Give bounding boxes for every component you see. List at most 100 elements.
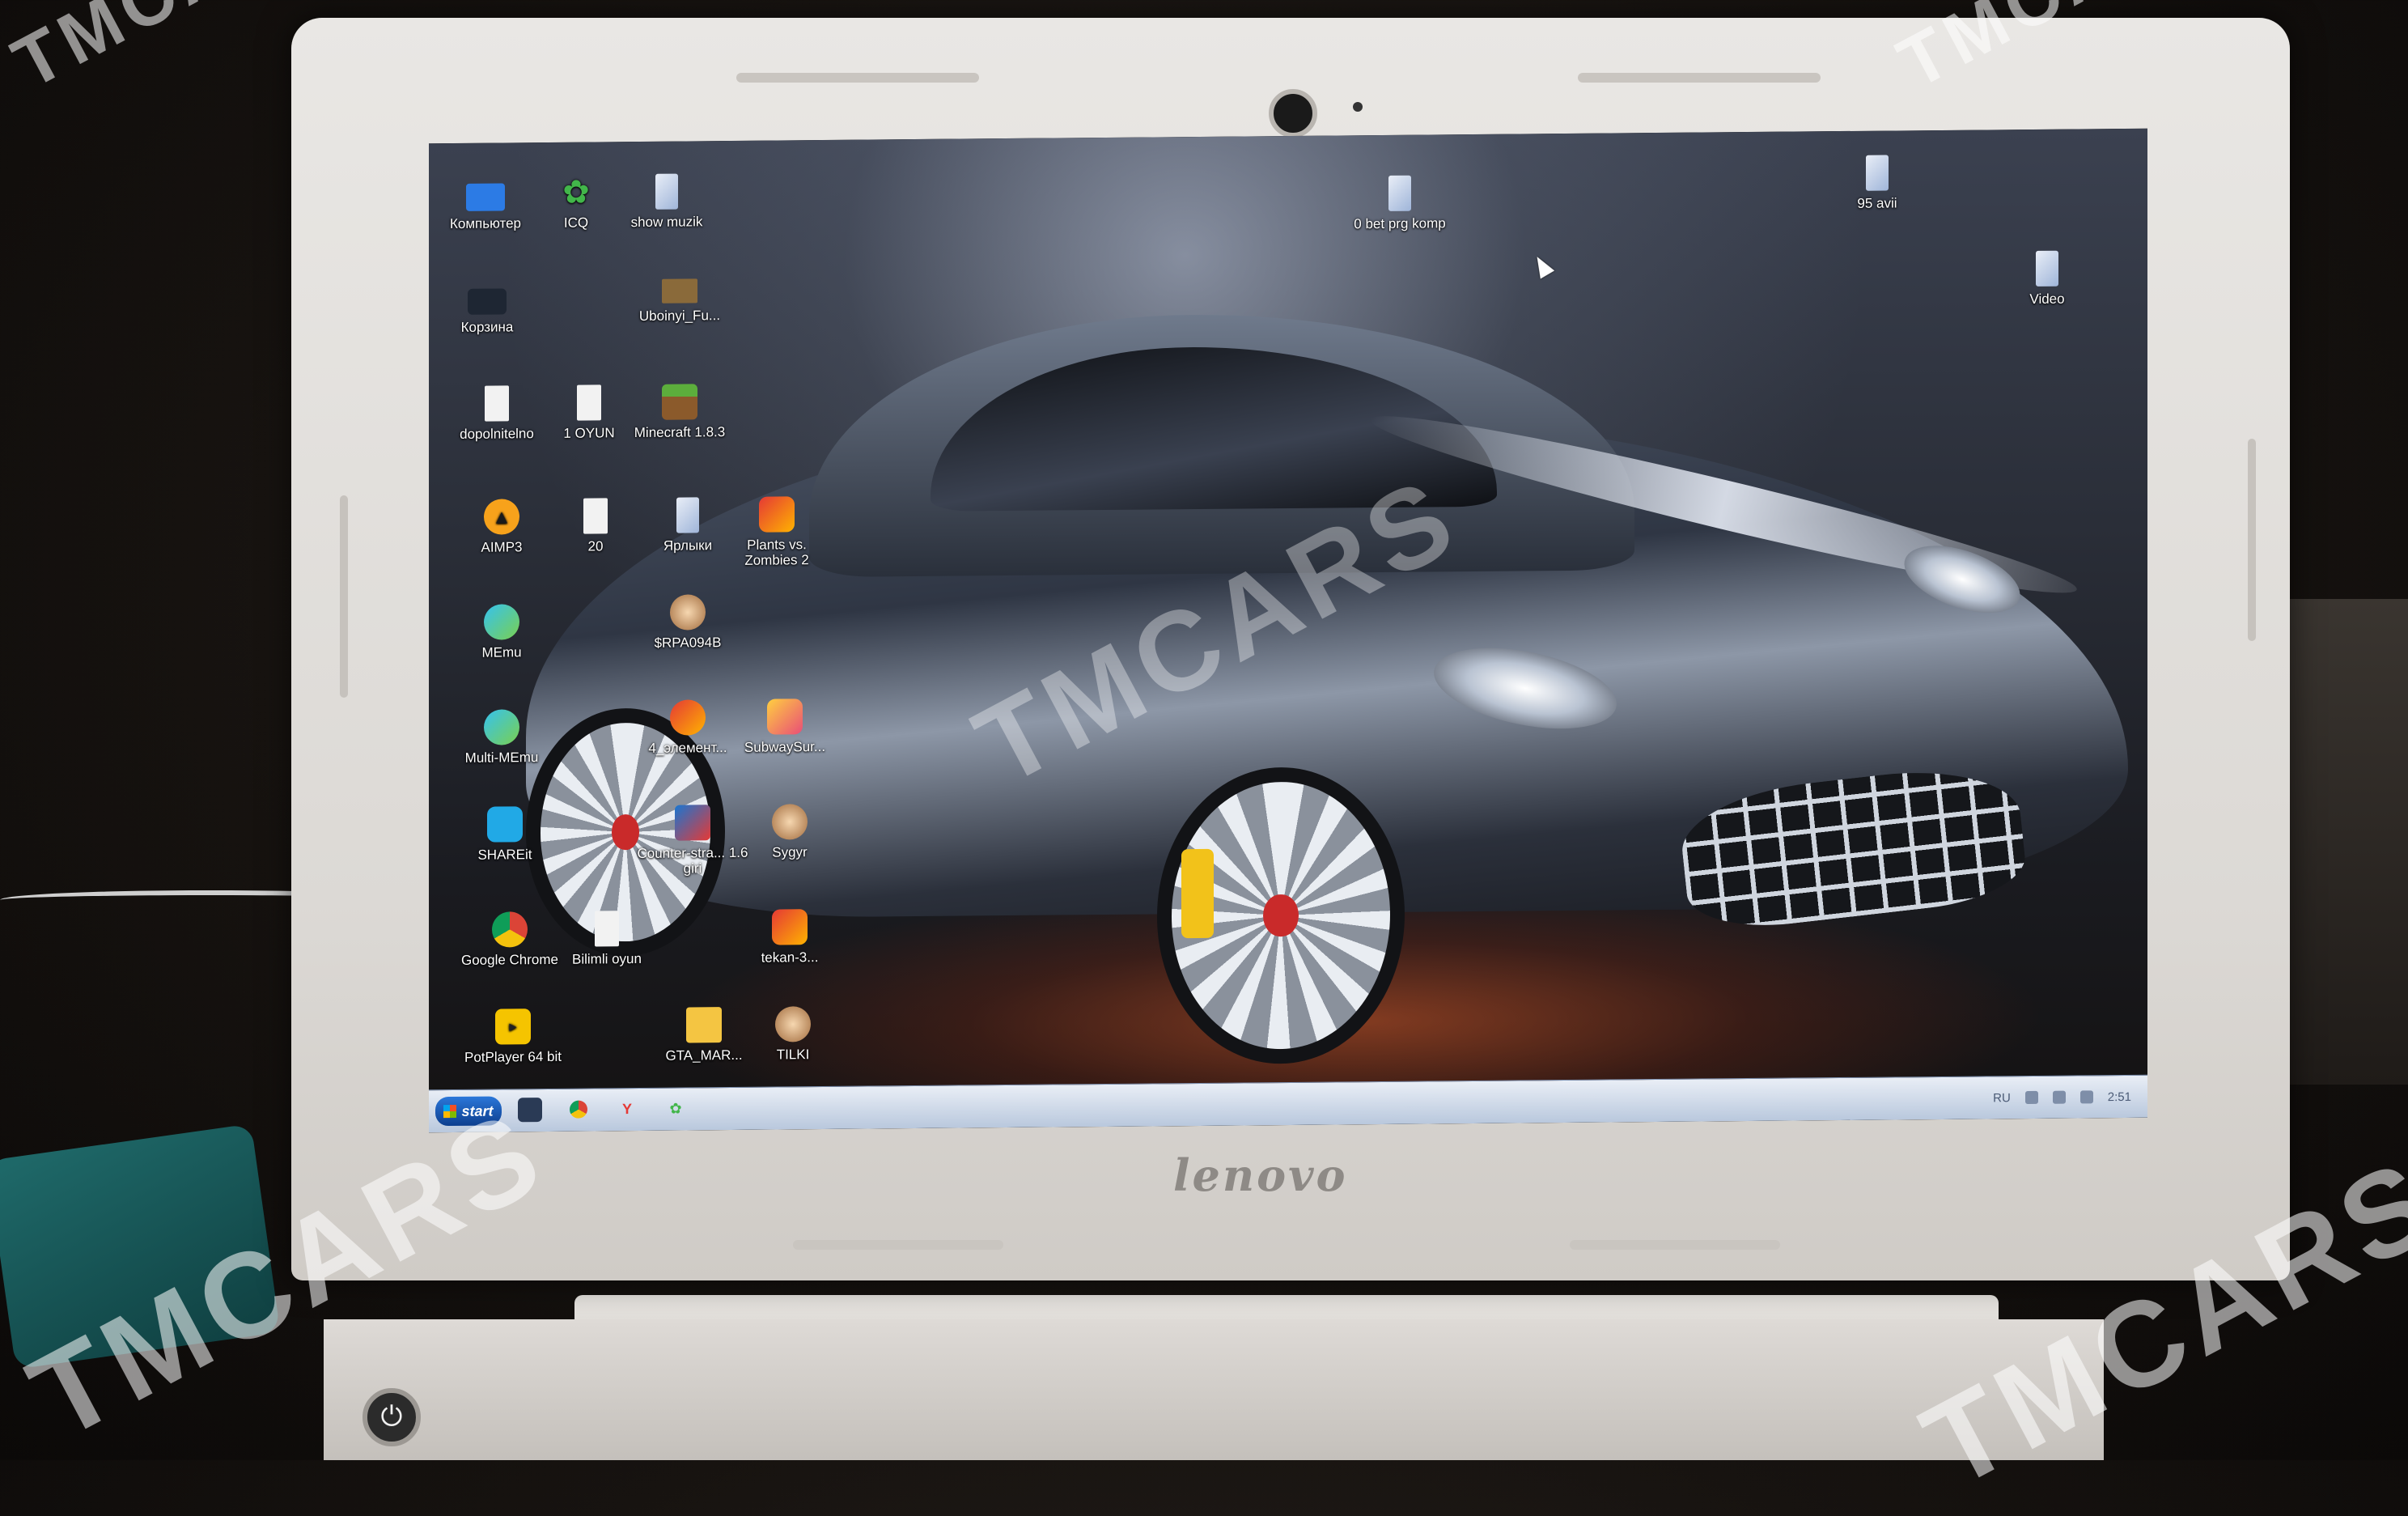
desktop-icon-subway-surfers[interactable]: SubwaySur... bbox=[728, 699, 842, 755]
avatar-icon bbox=[772, 804, 808, 840]
desktop-icon-tekan[interactable]: tekan-3... bbox=[733, 909, 846, 966]
desktop-icon-label: ICQ bbox=[563, 214, 589, 231]
desktop-icon-label: 20 bbox=[587, 538, 604, 554]
chrome-icon[interactable] bbox=[566, 1098, 591, 1122]
desktop-icon-sygyr[interactable]: Sygyr bbox=[733, 804, 846, 860]
desktop-icon-shareit[interactable]: SHAREit bbox=[448, 806, 562, 863]
chrome-icon bbox=[492, 911, 528, 948]
desktop-icon-counter-strike[interactable]: Counter-stra... 1.6 giri bbox=[636, 805, 749, 877]
desktop-icon-label: Ярлыки bbox=[663, 537, 713, 554]
memu-icon bbox=[484, 604, 519, 640]
document-icon bbox=[583, 498, 608, 534]
desktop-icon-label: AIMP3 bbox=[481, 539, 523, 555]
desktop-icon-label: dopolnitelno bbox=[460, 426, 534, 442]
media-file-icon bbox=[662, 278, 697, 304]
desktop-icon-label: MEmu bbox=[481, 644, 522, 660]
desktop-icon-label: SubwaySur... bbox=[744, 738, 826, 755]
game-icon bbox=[670, 699, 706, 736]
desktop-icon-label: show muzik bbox=[630, 214, 703, 231]
webcam-led bbox=[1353, 102, 1363, 112]
desktop-icon-label: Uboinyi_Fu... bbox=[638, 308, 721, 324]
icq-flower-icon[interactable]: ✿ bbox=[663, 1096, 688, 1120]
aimp-icon: ▲ bbox=[484, 499, 519, 535]
desktop-icon-label: tekan-3... bbox=[761, 949, 819, 966]
network-icon[interactable] bbox=[2024, 1090, 2038, 1105]
desktop-icon-potplayer[interactable]: ▶ PotPlayer 64 bit bbox=[456, 1009, 570, 1065]
avatar-icon bbox=[775, 1006, 811, 1043]
desktop-icon-label: 4_элемент... bbox=[648, 740, 727, 756]
desktop-icon-memu[interactable]: MEmu bbox=[445, 604, 558, 660]
desktop-icon-label: Video bbox=[2029, 291, 2065, 308]
avatar-icon bbox=[670, 594, 706, 631]
desktop-icon-label: TILKI bbox=[776, 1047, 810, 1063]
desktop-icon-show-muzik[interactable]: show muzik bbox=[610, 173, 723, 230]
yandex-icon[interactable]: Y bbox=[615, 1097, 639, 1121]
shortcut-icon bbox=[2036, 250, 2058, 287]
desktop-icon-label: 0 bet prg komp bbox=[1354, 215, 1446, 232]
desktop-icon-rpa094b[interactable]: $RPA094B bbox=[631, 594, 744, 651]
desktop-icon-0-bet-prg-komp[interactable]: 0 bet prg komp bbox=[1343, 175, 1456, 231]
webcam-icon bbox=[1269, 89, 1317, 138]
recycle-bin-icon bbox=[468, 288, 507, 315]
desktop-icon-bilimli-oyun[interactable]: Bilimli oyun bbox=[550, 911, 663, 967]
desktop-icon-label: Multi-MEmu bbox=[464, 750, 539, 766]
desktop-icon-label: Counter-stra... 1.6 giri bbox=[637, 844, 748, 877]
gta-icon bbox=[686, 1007, 722, 1043]
system-tray: RU 2:51 bbox=[1993, 1076, 2131, 1119]
desktop-icon-label: Sygyr bbox=[772, 844, 808, 860]
desktop-icon-label: 95 avii bbox=[1857, 195, 1897, 211]
minecraft-icon bbox=[662, 384, 697, 420]
desktop-icon-uboinyi[interactable]: Uboinyi_Fu... bbox=[623, 278, 736, 324]
shortcut-icon bbox=[1388, 175, 1411, 211]
desktop-icon-4-element[interactable]: 4_элемент... bbox=[631, 699, 744, 756]
desktop-icon-minecraft[interactable]: Minecraft 1.8.3 bbox=[623, 384, 736, 440]
lid-side-slot bbox=[340, 495, 348, 698]
desktop-icon-tilki[interactable]: TILKI bbox=[736, 1006, 850, 1063]
desktop-icon-google-chrome[interactable]: Google Chrome bbox=[453, 911, 566, 968]
desktop-icon-label: Компьютер bbox=[450, 215, 521, 232]
lid-side-slot bbox=[2248, 439, 2256, 641]
desktop-icon-recycle-bin[interactable]: Корзина bbox=[430, 288, 544, 335]
potplayer-icon: ▶ bbox=[495, 1009, 531, 1045]
clock[interactable]: 2:51 bbox=[2108, 1089, 2131, 1103]
desktop-icon-label: Google Chrome bbox=[460, 951, 558, 968]
desktop-icon-multi-memu[interactable]: Multi-MEmu bbox=[445, 709, 558, 766]
document-icon bbox=[485, 385, 509, 422]
counter-strike-icon bbox=[675, 805, 710, 841]
explorer-icon[interactable] bbox=[518, 1098, 542, 1123]
desktop-icon-label: GTA_MAR... bbox=[665, 1047, 743, 1064]
shortcut-icon bbox=[655, 173, 678, 210]
desktop-icon-video[interactable]: Video bbox=[1990, 250, 2104, 307]
desktop-icon-label: Корзина bbox=[460, 319, 514, 335]
desktop-icon-plants-vs-zombies[interactable]: Plants vs. Zombies 2 bbox=[720, 496, 833, 568]
speaker-grille bbox=[1578, 73, 1821, 83]
power-button-icon[interactable]: ⏻ bbox=[362, 1388, 421, 1446]
shortcut-icon bbox=[1866, 155, 1889, 191]
lid-bottom-vent bbox=[1570, 1240, 1780, 1250]
laptop-base bbox=[324, 1319, 2104, 1460]
game-icon bbox=[772, 909, 808, 945]
document-icon bbox=[577, 384, 601, 421]
volume-icon[interactable] bbox=[2079, 1090, 2093, 1104]
battery-icon[interactable] bbox=[2052, 1090, 2066, 1104]
speaker-grille bbox=[736, 73, 979, 83]
desktop-icon-label: Minecraft 1.8.3 bbox=[634, 424, 726, 441]
car-brake-caliper bbox=[1181, 848, 1214, 939]
icq-flower-icon: ✿ bbox=[562, 174, 590, 210]
desktop-icon-95-avii[interactable]: 95 avii bbox=[1821, 155, 1934, 211]
lid-bottom-vent bbox=[793, 1240, 1003, 1250]
document-icon bbox=[595, 911, 619, 947]
desktop-icon-label: PotPlayer 64 bit bbox=[464, 1048, 562, 1065]
desktop-icon-label: Bilimli oyun bbox=[572, 950, 642, 967]
lenovo-logo: lenovo bbox=[1173, 1149, 1348, 1201]
desktop-icon-label: 1 OYUN bbox=[563, 425, 615, 441]
memu-icon bbox=[484, 709, 519, 745]
language-indicator[interactable]: RU bbox=[1993, 1091, 2011, 1105]
shareit-icon bbox=[487, 806, 523, 843]
desktop-icon-label: $RPA094B bbox=[654, 635, 722, 651]
game-icon bbox=[759, 496, 795, 533]
computer-icon bbox=[466, 183, 505, 211]
desktop-icon-label: SHAREit bbox=[477, 847, 532, 863]
shortcut-icon bbox=[676, 497, 699, 533]
subway-surfers-icon bbox=[767, 699, 803, 735]
